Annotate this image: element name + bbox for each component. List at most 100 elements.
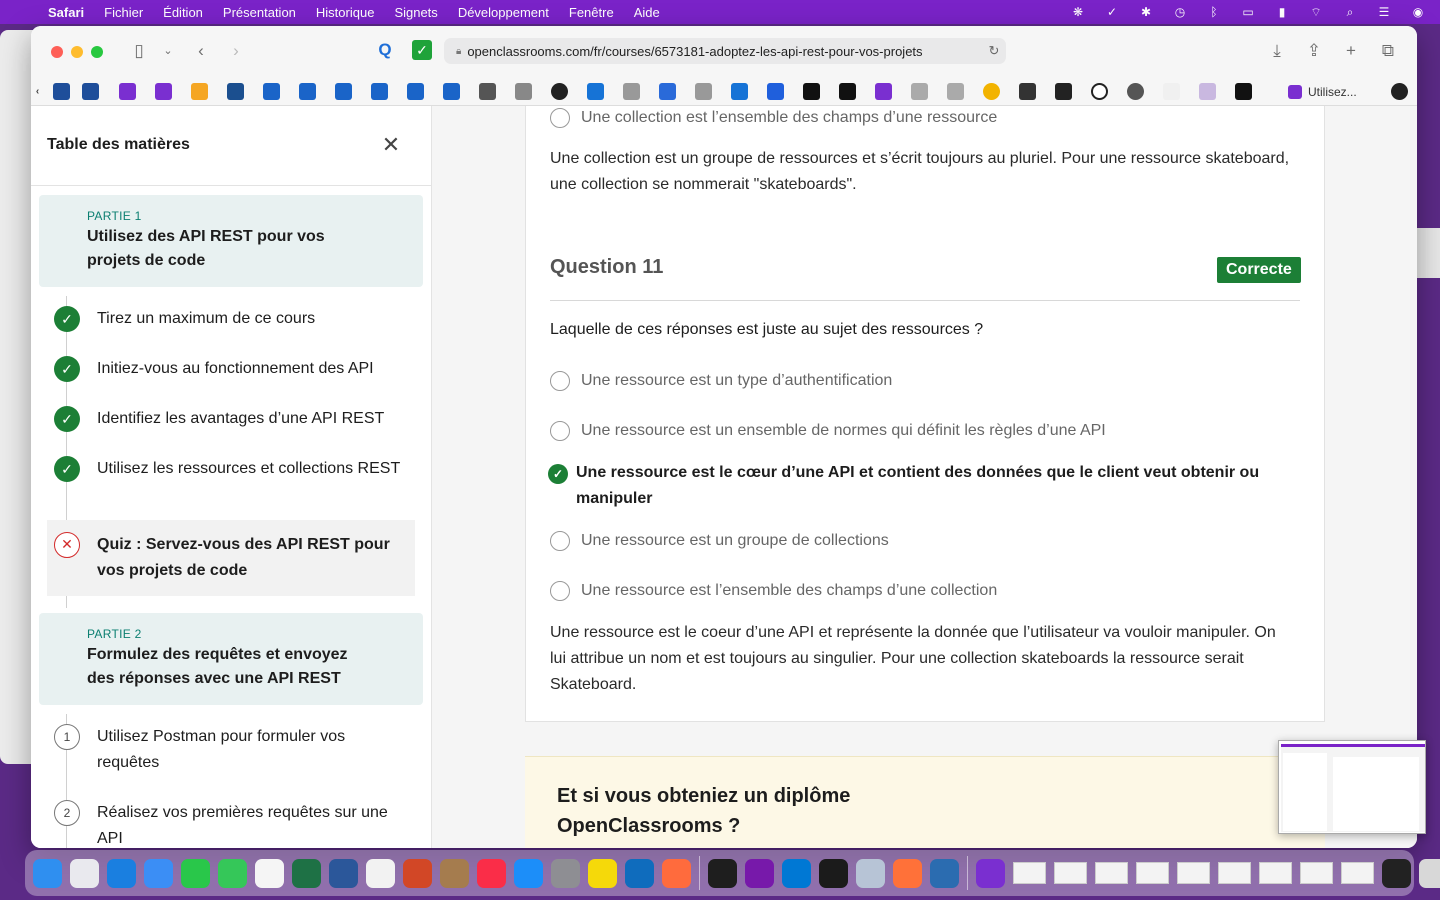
toc-item-active-quiz[interactable]: ✕ Quiz : Servez-vous des API REST pour v… [47, 520, 415, 596]
bookmark-icon[interactable] [623, 83, 640, 100]
excel-icon[interactable] [292, 858, 321, 888]
terminal-icon[interactable] [708, 858, 737, 888]
minimized-window[interactable] [1259, 862, 1292, 884]
toc-item[interactable]: ✓ Identifiez les avantages d’une API RES… [47, 406, 415, 432]
new-tab-icon[interactable]: + [1339, 40, 1363, 62]
github-icon[interactable] [551, 83, 568, 100]
chevron-down-icon[interactable]: ⌄ [156, 40, 180, 62]
bookmark-icon[interactable] [695, 83, 712, 100]
minimized-window[interactable] [1013, 862, 1046, 884]
tab-utilisez[interactable]: Utilisez... [1286, 78, 1378, 106]
bookmark-icon[interactable] [911, 83, 928, 100]
siri-icon[interactable]: ◉ [1410, 5, 1426, 19]
bookmark-icon[interactable] [875, 83, 892, 100]
menu-app-name[interactable]: Safari [38, 5, 94, 20]
toc-item[interactable]: ✓ Initiez-vous au fonctionnement des API [47, 356, 415, 382]
bookmark-icon[interactable] [371, 83, 388, 100]
outlook-icon[interactable] [625, 858, 654, 888]
reload-icon[interactable]: ↻ [982, 43, 1006, 59]
favorites-overflow-icon[interactable]: ‹ [31, 83, 46, 100]
powerpoint-icon[interactable] [403, 858, 432, 888]
trash-icon[interactable] [1419, 858, 1440, 888]
launchpad-icon[interactable] [70, 858, 99, 888]
menu-presentation[interactable]: Présentation [213, 5, 306, 20]
check-extension-icon[interactable]: ✓ [412, 40, 432, 60]
browser-app-icon[interactable] [662, 858, 691, 888]
bookmark-icon[interactable] [1091, 83, 1108, 100]
forward-icon[interactable]: › [224, 40, 248, 62]
bookmark-icon[interactable] [1235, 83, 1252, 100]
battery-icon[interactable]: ▮ [1274, 5, 1290, 19]
close-icon[interactable]: ✕ [379, 133, 403, 157]
minimized-window[interactable] [1095, 862, 1128, 884]
firefox-icon[interactable] [893, 858, 922, 888]
preview-app-icon[interactable] [856, 858, 885, 888]
bookmark-icon[interactable] [659, 83, 676, 100]
bookmark-icon[interactable] [335, 83, 352, 100]
bookmark-icon[interactable] [443, 83, 460, 100]
downloads-icon[interactable]: ⤓ [1265, 40, 1289, 62]
sidebar-toggle-icon[interactable]: ▯ [127, 40, 151, 62]
facetime-icon[interactable] [181, 858, 210, 888]
bookmark-icon[interactable] [53, 83, 70, 100]
extension-icon[interactable]: ❋ [1070, 5, 1086, 19]
url-text[interactable]: openclassrooms.com/fr/courses/6573181-ad… [467, 44, 982, 59]
part-2-header[interactable]: PARTIE 2 Formulez des requêtes et envoye… [39, 613, 423, 705]
menu-developpement[interactable]: Développement [448, 5, 559, 20]
github-icon[interactable] [1391, 83, 1408, 100]
control-center-icon[interactable]: ☰ [1376, 5, 1392, 19]
time-machine-icon[interactable]: ◷ [1172, 5, 1188, 19]
preview-icon[interactable] [366, 858, 395, 888]
q-extension-icon[interactable]: Q [374, 39, 396, 61]
bookmark-icon[interactable] [299, 83, 316, 100]
onenote-icon[interactable] [745, 858, 774, 888]
bookmark-icon[interactable] [1163, 83, 1180, 100]
activity-monitor-icon[interactable] [819, 858, 848, 888]
bookmark-icon[interactable] [1055, 83, 1072, 100]
toc-item[interactable]: ✓ Tirez un maximum de ce cours [47, 306, 415, 332]
bookmark-icon[interactable] [407, 83, 424, 100]
music-icon[interactable] [477, 858, 506, 888]
bookmark-icon[interactable] [587, 83, 604, 100]
back-icon[interactable]: ‹ [189, 40, 213, 62]
bookmark-icon[interactable] [515, 83, 532, 100]
menu-fenetre[interactable]: Fenêtre [559, 5, 624, 20]
minimized-window[interactable] [1300, 862, 1333, 884]
app-icon[interactable] [930, 858, 959, 888]
minimized-window[interactable] [1177, 862, 1210, 884]
menu-edition[interactable]: Édition [153, 5, 213, 20]
messages-icon[interactable] [218, 858, 247, 888]
share-icon[interactable]: ⇪ [1302, 40, 1326, 62]
minimized-window[interactable] [1341, 862, 1374, 884]
minimized-window[interactable] [1054, 862, 1087, 884]
system-preferences-icon[interactable] [551, 858, 580, 888]
part-1-header[interactable]: PARTIE 1 Utilisez des API REST pour vos … [39, 195, 423, 287]
bookmark-icon[interactable] [731, 83, 748, 100]
bookmark-icon[interactable] [767, 83, 784, 100]
toc-item[interactable]: 1 Utilisez Postman pour formuler vos req… [47, 724, 415, 776]
tab-overview-icon[interactable]: ⧉ [1376, 40, 1400, 62]
minimized-window[interactable] [1136, 862, 1169, 884]
bug-icon[interactable]: ✱ [1138, 5, 1154, 19]
bookmark-icon[interactable] [1199, 83, 1216, 100]
minimized-window[interactable] [1218, 862, 1251, 884]
bookmark-icon[interactable] [191, 83, 208, 100]
menu-historique[interactable]: Historique [306, 5, 385, 20]
bookmark-icon[interactable] [82, 83, 99, 100]
bookmark-icon[interactable] [479, 83, 496, 100]
word-icon[interactable] [329, 858, 358, 888]
bookmark-icon[interactable] [1127, 83, 1144, 100]
mail-icon[interactable] [144, 858, 173, 888]
screenshot-thumbnail[interactable] [1278, 740, 1426, 834]
minimized-window-icon[interactable] [1382, 858, 1411, 888]
bookmark-icon[interactable] [983, 83, 1000, 100]
finder-icon[interactable] [33, 858, 62, 888]
bookmark-icon[interactable] [227, 83, 244, 100]
toc-item[interactable]: 2 Réalisez vos premières requêtes sur un… [47, 800, 415, 848]
zoom-window-button[interactable] [91, 46, 103, 58]
bookmark-icon[interactable] [155, 83, 172, 100]
address-bar[interactable]: 🔒︎ openclassrooms.com/fr/courses/6573181… [444, 38, 1006, 64]
bookmark-icon[interactable] [839, 83, 856, 100]
bookmark-icon[interactable] [1019, 83, 1036, 100]
menu-aide[interactable]: Aide [624, 5, 670, 20]
